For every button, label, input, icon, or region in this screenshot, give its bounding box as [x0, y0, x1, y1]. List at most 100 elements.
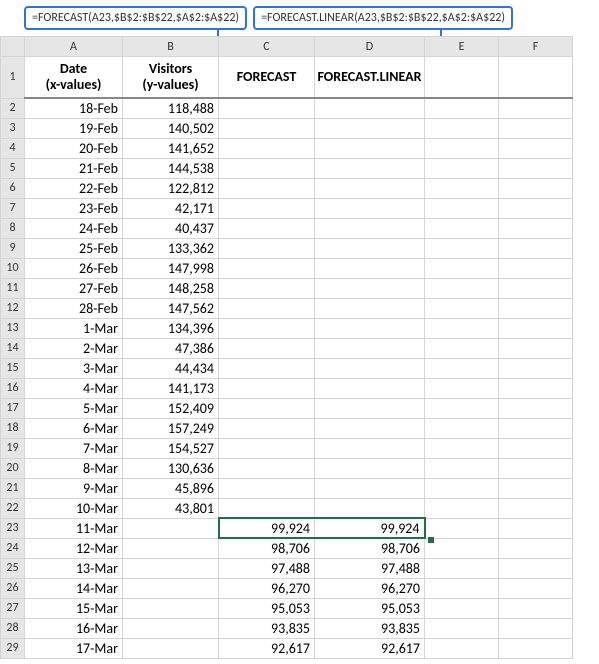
- cell-b4[interactable]: 141,652: [123, 138, 219, 158]
- row-header-20[interactable]: 20: [1, 458, 25, 478]
- cell-b5[interactable]: 144,538: [123, 158, 219, 178]
- cell-c1[interactable]: FORECAST: [219, 57, 315, 99]
- cell-e25[interactable]: [425, 558, 499, 578]
- cell-c10[interactable]: [219, 258, 315, 278]
- cell-c19[interactable]: [219, 438, 315, 458]
- cell-e19[interactable]: [425, 438, 499, 458]
- cell-b6[interactable]: 122,812: [123, 178, 219, 198]
- cell-d27[interactable]: 95,053: [315, 598, 425, 618]
- cell-b27[interactable]: [123, 598, 219, 618]
- cell-e11[interactable]: [425, 278, 499, 298]
- cell-f6[interactable]: [499, 178, 573, 198]
- row-header-28[interactable]: 28: [1, 618, 25, 638]
- cell-a13[interactable]: 1-Mar: [25, 318, 123, 338]
- cell-c23[interactable]: 99,924: [219, 518, 315, 538]
- cell-d18[interactable]: [315, 418, 425, 438]
- row-header-13[interactable]: 13: [1, 318, 25, 338]
- cell-a15[interactable]: 3-Mar: [25, 358, 123, 378]
- cell-e24[interactable]: [425, 538, 499, 558]
- cell-a18[interactable]: 6-Mar: [25, 418, 123, 438]
- col-header-e[interactable]: E: [425, 37, 499, 57]
- cell-f20[interactable]: [499, 458, 573, 478]
- cell-a26[interactable]: 14-Mar: [25, 578, 123, 598]
- cell-e9[interactable]: [425, 238, 499, 258]
- cell-d29[interactable]: 92,617: [315, 638, 425, 658]
- cell-c15[interactable]: [219, 358, 315, 378]
- row-header-24[interactable]: 24: [1, 538, 25, 558]
- cell-f15[interactable]: [499, 358, 573, 378]
- cell-f28[interactable]: [499, 618, 573, 638]
- cell-d19[interactable]: [315, 438, 425, 458]
- cell-f19[interactable]: [499, 438, 573, 458]
- cell-e22[interactable]: [425, 498, 499, 518]
- cell-a22[interactable]: 10-Mar: [25, 498, 123, 518]
- cell-a23[interactable]: 11-Mar: [25, 518, 123, 538]
- cell-b8[interactable]: 40,437: [123, 218, 219, 238]
- row-header-25[interactable]: 25: [1, 558, 25, 578]
- cell-f10[interactable]: [499, 258, 573, 278]
- cell-d11[interactable]: [315, 278, 425, 298]
- cell-f27[interactable]: [499, 598, 573, 618]
- row-header-12[interactable]: 12: [1, 298, 25, 318]
- cell-d5[interactable]: [315, 158, 425, 178]
- cell-c3[interactable]: [219, 118, 315, 138]
- row-header-26[interactable]: 26: [1, 578, 25, 598]
- cell-d14[interactable]: [315, 338, 425, 358]
- cell-f23[interactable]: [499, 518, 573, 538]
- cell-f3[interactable]: [499, 118, 573, 138]
- row-header-9[interactable]: 9: [1, 238, 25, 258]
- cell-a10[interactable]: 26-Feb: [25, 258, 123, 278]
- cell-b9[interactable]: 133,362: [123, 238, 219, 258]
- cell-b12[interactable]: 147,562: [123, 298, 219, 318]
- cell-e3[interactable]: [425, 118, 499, 138]
- cell-e16[interactable]: [425, 378, 499, 398]
- cell-e17[interactable]: [425, 398, 499, 418]
- cell-c13[interactable]: [219, 318, 315, 338]
- cell-c16[interactable]: [219, 378, 315, 398]
- cell-a16[interactable]: 4-Mar: [25, 378, 123, 398]
- cell-c11[interactable]: [219, 278, 315, 298]
- cell-d17[interactable]: [315, 398, 425, 418]
- cell-c25[interactable]: 97,488: [219, 558, 315, 578]
- cell-f7[interactable]: [499, 198, 573, 218]
- cell-f11[interactable]: [499, 278, 573, 298]
- cell-b13[interactable]: 134,396: [123, 318, 219, 338]
- cell-f25[interactable]: [499, 558, 573, 578]
- cell-f1[interactable]: [499, 57, 573, 99]
- cell-f29[interactable]: [499, 638, 573, 658]
- cell-b26[interactable]: [123, 578, 219, 598]
- cell-f14[interactable]: [499, 338, 573, 358]
- col-header-b[interactable]: B: [123, 37, 219, 57]
- cell-b23[interactable]: [123, 518, 219, 538]
- cell-b7[interactable]: 42,171: [123, 198, 219, 218]
- row-header-1[interactable]: 1: [1, 57, 25, 99]
- cell-d21[interactable]: [315, 478, 425, 498]
- cell-e15[interactable]: [425, 358, 499, 378]
- cell-d1[interactable]: FORECAST.LINEAR: [315, 57, 425, 99]
- cell-b20[interactable]: 130,636: [123, 458, 219, 478]
- cell-d3[interactable]: [315, 118, 425, 138]
- row-header-23[interactable]: 23: [1, 518, 25, 538]
- cell-a6[interactable]: 22-Feb: [25, 178, 123, 198]
- cell-b24[interactable]: [123, 538, 219, 558]
- row-header-4[interactable]: 4: [1, 138, 25, 158]
- cell-e18[interactable]: [425, 418, 499, 438]
- cell-d22[interactable]: [315, 498, 425, 518]
- cell-e1[interactable]: [425, 57, 499, 99]
- cell-b3[interactable]: 140,502: [123, 118, 219, 138]
- cell-c24[interactable]: 98,706: [219, 538, 315, 558]
- row-header-29[interactable]: 29: [1, 638, 25, 658]
- cell-c27[interactable]: 95,053: [219, 598, 315, 618]
- cell-a28[interactable]: 16-Mar: [25, 618, 123, 638]
- cell-c21[interactable]: [219, 478, 315, 498]
- cell-d12[interactable]: [315, 298, 425, 318]
- cell-c26[interactable]: 96,270: [219, 578, 315, 598]
- row-header-8[interactable]: 8: [1, 218, 25, 238]
- cell-a4[interactable]: 20-Feb: [25, 138, 123, 158]
- cell-f17[interactable]: [499, 398, 573, 418]
- row-header-17[interactable]: 17: [1, 398, 25, 418]
- cell-d13[interactable]: [315, 318, 425, 338]
- cell-c8[interactable]: [219, 218, 315, 238]
- cell-d15[interactable]: [315, 358, 425, 378]
- cell-b21[interactable]: 45,896: [123, 478, 219, 498]
